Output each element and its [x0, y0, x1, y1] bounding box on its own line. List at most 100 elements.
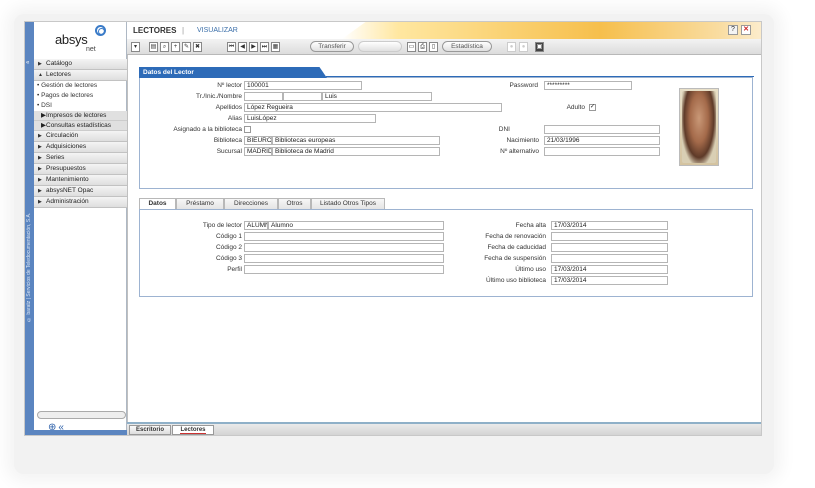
app-window: « © baratz | Servicios de Teledocumentac…: [24, 21, 762, 436]
sidebar-sub-impresos[interactable]: ▶Impresos de lectores: [34, 111, 127, 121]
sidebar-item-circulacion[interactable]: ▶ Circulación: [34, 131, 127, 142]
sucursal-name-field[interactable]: Biblioteca de Madrid: [272, 147, 440, 156]
help-button[interactable]: ?: [728, 25, 738, 35]
reader-photo[interactable]: [679, 88, 719, 166]
tab-listado-otros-tipos[interactable]: Listado Otros Tipos: [311, 198, 385, 209]
sidebar-sub-consultas[interactable]: ▶Consultas estadísticas: [34, 121, 127, 131]
panel-rule: [326, 76, 754, 77]
grid-icon[interactable]: ▦: [271, 42, 280, 52]
suspension-label: Fecha de suspensión: [484, 255, 546, 262]
reader-panel-title: Datos del Lector: [139, 67, 327, 78]
portrait-image: [682, 91, 716, 163]
collapse-arrow-icon[interactable]: «: [26, 60, 29, 66]
lock-icon[interactable]: ▭: [407, 42, 416, 52]
tipo-lector-code-field[interactable]: ALUMN: [244, 221, 268, 230]
disabled-icon: ●: [507, 42, 516, 52]
ultimo-uso-biblioteca-label: Último uso biblioteca: [486, 277, 546, 284]
expand-icon: ▶: [38, 177, 42, 183]
codigo1-label: Código 1: [215, 233, 242, 240]
sidebar-item-series[interactable]: ▶ Series: [34, 153, 127, 164]
tab-lectores-label: Lectores: [180, 427, 206, 434]
menu-dropdown-icon[interactable]: ▾: [131, 42, 140, 52]
alternativo-field[interactable]: [544, 147, 660, 156]
alternativo-label: Nº alternativo: [500, 148, 539, 155]
disabled-button: [358, 41, 402, 52]
perfil-label: Perfil: [227, 266, 242, 273]
asignado-label: Asignado a la biblioteca: [173, 126, 242, 133]
caducidad-field[interactable]: [551, 243, 668, 252]
sidebar-link-pagos-lectores[interactable]: • Pagos de lectores: [34, 91, 127, 101]
search-icon[interactable]: ⌕: [160, 42, 169, 52]
print-icon[interactable]: ⎙: [418, 42, 427, 52]
apellidos-field[interactable]: López Regueira: [244, 103, 502, 112]
dni-field[interactable]: [544, 125, 660, 134]
tr-field[interactable]: [244, 92, 283, 101]
nombre-field[interactable]: Luis: [322, 92, 432, 101]
export-icon[interactable]: ▣: [535, 42, 544, 52]
codigo1-field[interactable]: [244, 232, 444, 241]
ultimo-uso-field[interactable]: 17/03/2014: [551, 265, 668, 274]
expand-icon: ▶: [38, 61, 42, 67]
add-icon[interactable]: +: [171, 42, 180, 52]
password-label: Password: [509, 82, 538, 89]
tab-escritorio[interactable]: Escritorio: [129, 425, 171, 435]
sidebar-link-dsi[interactable]: • DSI: [34, 101, 127, 111]
biblioteca-label: Biblioteca: [213, 137, 242, 144]
perfil-field[interactable]: [244, 265, 444, 274]
biblioteca-code-field[interactable]: BIEURO: [244, 136, 272, 145]
renovacion-field[interactable]: [551, 232, 668, 241]
alias-field[interactable]: LuisLópez: [244, 114, 376, 123]
codigo3-field[interactable]: [244, 254, 444, 263]
first-record-icon[interactable]: ⏮: [227, 42, 236, 52]
last-record-icon[interactable]: ⏭: [260, 42, 269, 52]
fecha-alta-label: Fecha alta: [515, 222, 546, 229]
reader-panel: Datos del Lector Nº lector 100001 Passwo…: [139, 67, 754, 189]
nacimiento-field[interactable]: 21/03/1996: [544, 136, 660, 145]
delete-icon[interactable]: ✖: [193, 42, 202, 52]
prev-record-icon[interactable]: ◀: [238, 42, 247, 52]
sidebar-scrollbar[interactable]: [37, 411, 126, 419]
adulto-checkbox[interactable]: ✓: [589, 104, 596, 111]
close-button[interactable]: ✕: [741, 25, 751, 35]
password-field[interactable]: *********: [544, 81, 632, 90]
statistics-button[interactable]: Estadística: [442, 41, 492, 52]
renovacion-label: Fecha de renovación: [485, 233, 546, 240]
sidebar-item-mantenimiento[interactable]: ▶ Mantenimiento: [34, 175, 127, 186]
document-icon[interactable]: ▯: [429, 42, 438, 52]
sucursal-code-field[interactable]: MADRID: [244, 147, 272, 156]
tab-otros[interactable]: Otros: [278, 198, 311, 209]
asignado-checkbox[interactable]: [244, 126, 251, 133]
expand-icon: ▶: [38, 199, 42, 205]
sidebar-item-lectores[interactable]: ▲ Lectores: [34, 70, 127, 81]
fecha-alta-field[interactable]: 17/03/2014: [551, 221, 668, 230]
list-icon[interactable]: ▤: [149, 42, 158, 52]
edit-icon[interactable]: ✎: [182, 42, 191, 52]
n-lector-field[interactable]: 100001: [244, 81, 362, 90]
ultimo-uso-label: Último uso: [515, 266, 546, 273]
module-title: LECTORES: [133, 26, 177, 35]
sidebar-item-catalogo[interactable]: ▶ Catálogo: [34, 59, 127, 70]
alias-label: Alias: [227, 115, 242, 122]
suspension-field[interactable]: [551, 254, 668, 263]
biblioteca-name-field[interactable]: Bibliotecas europeas: [272, 136, 440, 145]
expand-icon: ▶: [38, 144, 42, 150]
title-separator: |: [182, 26, 185, 35]
next-record-icon[interactable]: ▶: [249, 42, 258, 52]
tab-lectores[interactable]: Lectores: [172, 425, 214, 435]
codigo2-field[interactable]: [244, 243, 444, 252]
tipo-lector-name-field[interactable]: Alumno: [268, 221, 444, 230]
sidebar-item-administracion[interactable]: ▶ Administración: [34, 197, 127, 208]
disabled-icon: ●: [519, 42, 528, 52]
sidebar-item-adquisiciones[interactable]: ▶ Adquisiciones: [34, 142, 127, 153]
dni-label: DNI: [498, 126, 510, 133]
sidebar-link-gestion-lectores[interactable]: • Gestión de lectores: [34, 81, 127, 91]
tab-prestamo[interactable]: Préstamo: [176, 198, 224, 209]
sucursal-label: Sucursal: [216, 148, 242, 155]
sidebar-item-opac[interactable]: ▶ absysNET Opac: [34, 186, 127, 197]
inic-field[interactable]: [283, 92, 322, 101]
tab-direcciones[interactable]: Direcciones: [224, 198, 278, 209]
sidebar-item-presupuestos[interactable]: ▶ Presupuestos: [34, 164, 127, 175]
transfer-button[interactable]: Transferir: [310, 41, 354, 52]
ultimo-uso-biblioteca-field[interactable]: 17/03/2014: [551, 276, 668, 285]
collapse-icon: ▲: [38, 72, 43, 78]
